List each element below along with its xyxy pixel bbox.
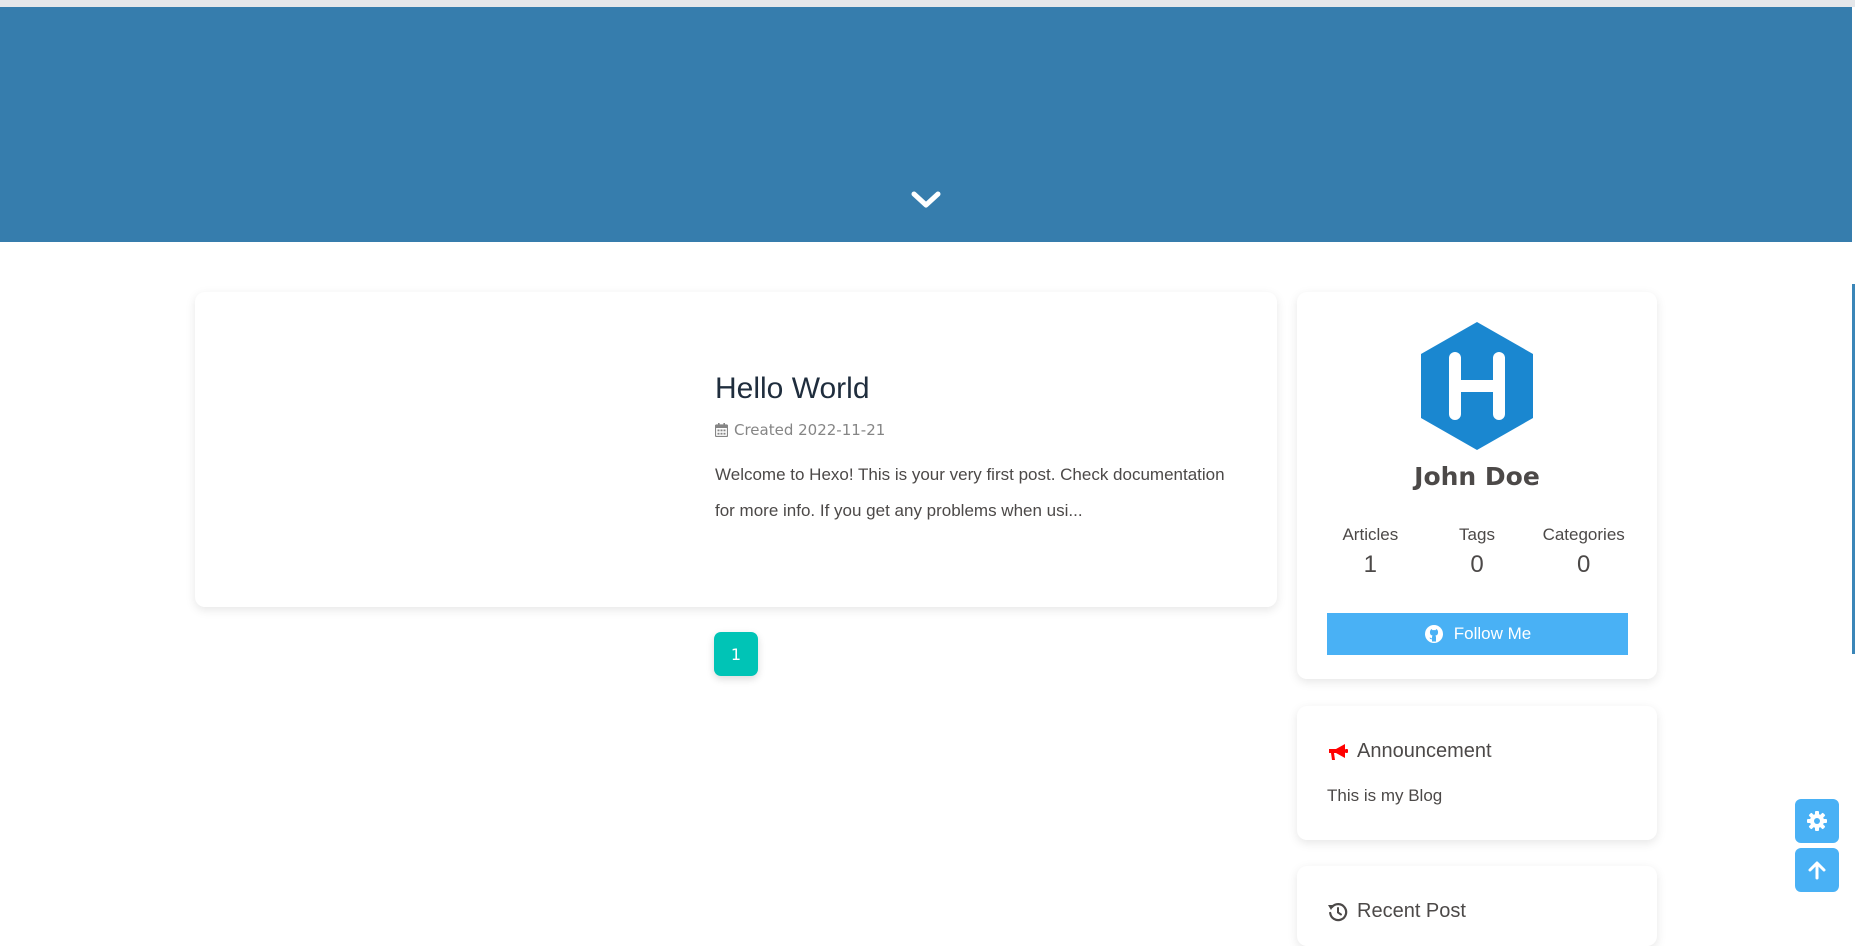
- avatar[interactable]: [1421, 322, 1533, 450]
- bullhorn-icon: [1329, 743, 1348, 760]
- recent-post-heading: Recent Post: [1327, 900, 1466, 923]
- follow-me-label: Follow Me: [1453, 624, 1532, 643]
- top-border: [0, 0, 1855, 7]
- announcement-card: Announcement This is my Blog: [1297, 706, 1657, 840]
- stat-value: 1: [1363, 551, 1378, 578]
- page-number-button[interactable]: 1: [714, 632, 758, 676]
- github-icon: [1424, 625, 1443, 643]
- stat-categories[interactable]: Categories 0: [1530, 525, 1637, 579]
- author-name: John Doe: [1414, 462, 1540, 491]
- settings-button[interactable]: [1795, 799, 1839, 843]
- site-stats: Articles 1 Tags 0 Categories 0: [1317, 525, 1637, 579]
- post-meta: Created 2022-11-21: [715, 421, 1235, 439]
- follow-me-button[interactable]: Follow Me: [1327, 613, 1628, 655]
- recent-post-card: Hello World Created 2022-11-21 Welcome t…: [195, 292, 1277, 607]
- history-icon: [1328, 902, 1348, 921]
- post-title-link[interactable]: Hello World: [715, 372, 870, 406]
- stat-label: Articles: [1342, 525, 1399, 544]
- announcement-text: This is my Blog: [1327, 786, 1443, 805]
- stat-tags[interactable]: Tags 0: [1424, 525, 1531, 579]
- author-info-card: John Doe Articles 1 Tags 0 Categories 0 …: [1297, 292, 1657, 679]
- page-header-banner: [0, 7, 1852, 242]
- stat-value: 0: [1470, 551, 1484, 578]
- stat-label: Tags: [1459, 525, 1495, 544]
- announcement-title: Announcement: [1357, 740, 1492, 762]
- calendar-icon: [715, 423, 728, 437]
- chevron-down-icon: [911, 191, 941, 208]
- scroll-down-button[interactable]: [907, 185, 945, 213]
- arrow-up-icon: [1808, 861, 1826, 880]
- announcement-heading: Announcement: [1327, 740, 1492, 763]
- stat-articles[interactable]: Articles 1: [1317, 525, 1424, 579]
- gear-icon: [1807, 811, 1827, 831]
- stat-label: Categories: [1542, 525, 1625, 544]
- stat-value: 0: [1577, 551, 1591, 578]
- recent-post-widget: Recent Post: [1297, 866, 1657, 946]
- post-created-date: Created 2022-11-21: [734, 421, 886, 439]
- post-excerpt: Welcome to Hexo! This is your very first…: [715, 465, 1225, 520]
- recent-post-title: Recent Post: [1357, 900, 1466, 922]
- back-to-top-button[interactable]: [1795, 848, 1839, 892]
- post-info: Hello World Created 2022-11-21 Welcome t…: [715, 372, 1235, 529]
